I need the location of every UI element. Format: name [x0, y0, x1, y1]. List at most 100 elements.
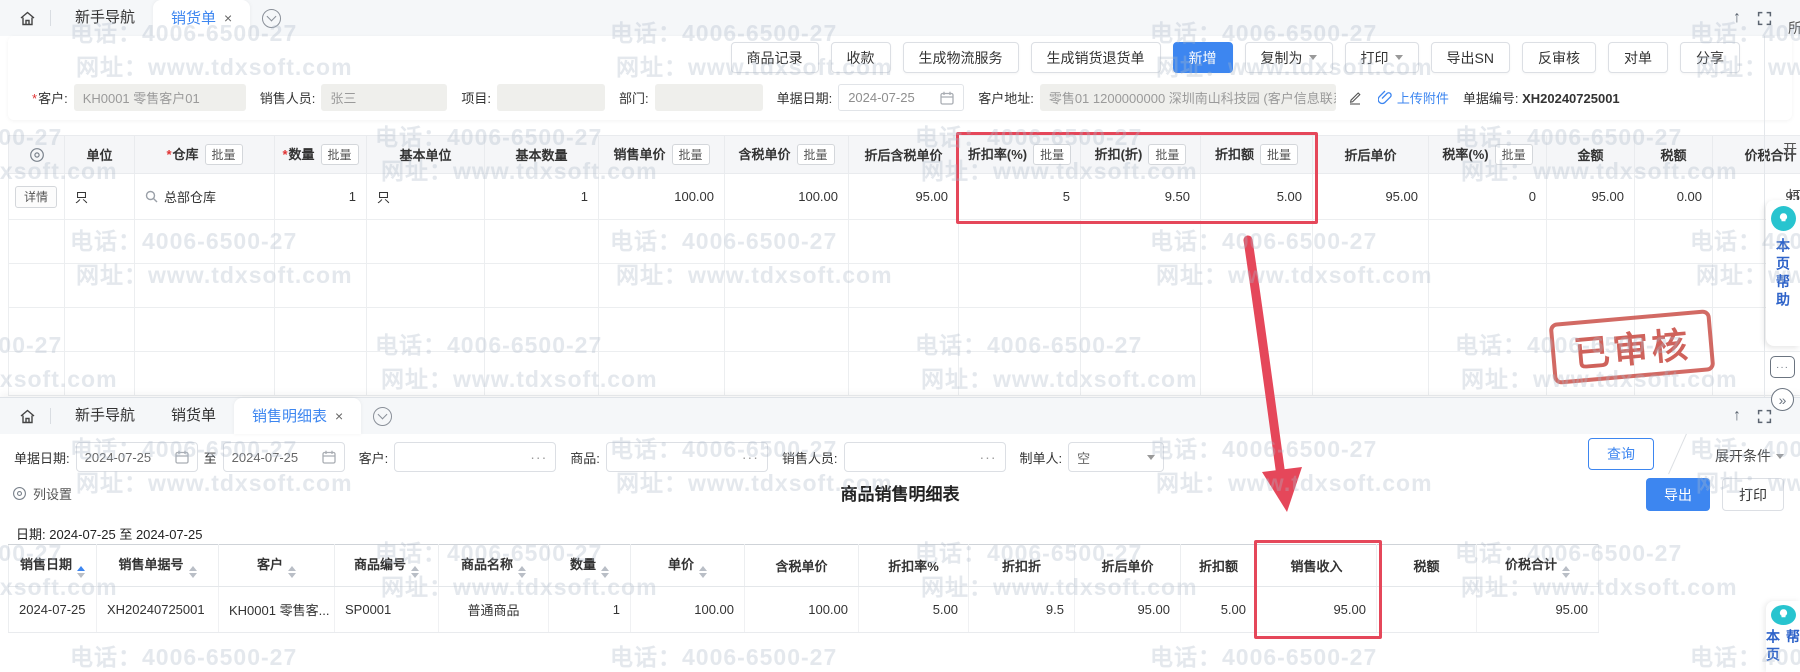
picker-icon[interactable]: ··· — [530, 449, 547, 465]
bill-date-field[interactable]: 2024-07-25 — [838, 84, 964, 111]
col-product-name[interactable]: 商品名称 — [439, 545, 549, 587]
cell-tax-rate[interactable]: 0 — [1429, 174, 1547, 220]
col-tax-price[interactable]: 含税单价 — [745, 545, 859, 587]
scroll-top-icon[interactable]: ↑ — [1733, 9, 1741, 27]
query-button[interactable]: 查询 — [1588, 438, 1654, 470]
cell-disc-tax-price[interactable]: 95.00 — [849, 174, 959, 220]
batch-set-button[interactable]: 批量 — [1260, 144, 1298, 165]
collapse-rail-icon[interactable]: » — [1771, 388, 1794, 411]
customer-filter-field[interactable]: ··· — [394, 442, 556, 472]
col-discount-amount[interactable]: 折扣额批量 — [1201, 136, 1313, 174]
scroll-top-icon[interactable]: ↑ — [1733, 407, 1741, 425]
tab-list-dropdown-icon[interactable] — [262, 9, 281, 28]
project-field[interactable] — [497, 84, 605, 111]
picker-icon[interactable]: ··· — [980, 449, 997, 465]
export-sn-button[interactable]: 导出SN — [1431, 42, 1510, 73]
col-total[interactable]: 价税合计 — [1477, 545, 1599, 587]
print-button[interactable]: 打印 — [1722, 478, 1784, 511]
search-icon[interactable] — [145, 190, 158, 203]
receive-payment-button[interactable]: 收款 — [831, 42, 891, 73]
customer-address-field[interactable]: 零售01 1200000000 深圳南山科技园 (客户信息联系地址) — [1040, 84, 1336, 111]
sort-icon[interactable] — [77, 566, 85, 578]
col-bill-no[interactable]: 销售单据号 — [97, 545, 219, 587]
col-tax-price[interactable]: 含税单价批量 — [725, 136, 849, 174]
date-from-field[interactable]: 2024-07-25 — [76, 442, 198, 472]
col-discount-rate[interactable]: 折扣率% — [859, 545, 969, 587]
picker-icon[interactable]: ··· — [742, 449, 759, 465]
product-filter-field[interactable]: ··· — [606, 442, 768, 472]
cell-unit[interactable]: 只 — [65, 174, 135, 220]
date-to-field[interactable]: 2024-07-25 — [223, 442, 345, 472]
unapprove-button[interactable]: 反审核 — [1522, 42, 1596, 73]
creator-select[interactable]: 空 — [1068, 442, 1164, 472]
col-discount-rate[interactable]: 折扣率(%)批量 — [959, 136, 1081, 174]
close-icon[interactable]: × — [335, 408, 343, 424]
page-help-tab[interactable]: 本页帮助 — [1766, 200, 1800, 346]
tab-sales-order[interactable]: 销货单 — [153, 398, 234, 434]
new-button[interactable]: 新增 — [1173, 42, 1233, 73]
batch-set-button[interactable]: 批量 — [672, 144, 710, 165]
tab-beginner-nav[interactable]: 新手导航 — [57, 398, 153, 434]
col-discount-fold[interactable]: 折扣折 — [969, 545, 1075, 587]
batch-set-button[interactable]: 批量 — [1495, 144, 1533, 165]
col-customer[interactable]: 客户 — [219, 545, 335, 587]
column-settings-icon[interactable] — [9, 136, 65, 174]
upload-attachment-link[interactable]: 上传附件 — [1378, 88, 1449, 107]
batch-set-button[interactable]: 批量 — [205, 144, 243, 165]
col-unit[interactable]: 单位 — [65, 136, 135, 174]
col-base-unit[interactable]: 基本单位 — [367, 136, 485, 174]
create-sales-return-button[interactable]: 生成销货退货单 — [1031, 42, 1161, 73]
feedback-chat-icon[interactable]: ··· — [1770, 356, 1795, 378]
product-record-button[interactable]: 商品记录 — [731, 42, 819, 73]
cell-warehouse[interactable]: 总部仓库 — [135, 174, 275, 220]
cell-tax-price[interactable]: 100.00 — [725, 174, 849, 220]
sort-icon[interactable] — [288, 566, 296, 578]
col-price[interactable]: 单价 — [631, 545, 745, 587]
col-sale-date[interactable]: 销售日期 — [9, 545, 97, 587]
sort-icon[interactable] — [189, 566, 197, 578]
batch-set-button[interactable]: 批量 — [321, 144, 359, 165]
col-product-code[interactable]: 商品编号 — [335, 545, 439, 587]
col-tax[interactable]: 税额 — [1635, 136, 1713, 174]
col-disc-price[interactable]: 折后单价 — [1075, 545, 1181, 587]
col-qty[interactable]: *数量批量 — [275, 136, 367, 174]
batch-set-button[interactable]: 批量 — [1033, 144, 1071, 165]
share-button[interactable]: 分享 — [1680, 42, 1740, 73]
cell-qty[interactable]: 1 — [275, 174, 367, 220]
col-price[interactable]: 销售单价批量 — [599, 136, 725, 174]
page-help-tab-bottom[interactable]: 本页帮 — [1766, 601, 1800, 672]
edit-icon[interactable] — [1348, 90, 1362, 105]
copy-as-button[interactable]: 复制为 — [1245, 42, 1333, 73]
report-data-row[interactable]: 2024-07-25 XH20240725001 KH0001 零售客... S… — [9, 587, 1599, 633]
home-icon[interactable] — [10, 398, 44, 434]
batch-set-button[interactable]: 批量 — [1148, 144, 1186, 165]
col-qty[interactable]: 数量 — [549, 545, 631, 587]
sort-icon[interactable] — [518, 566, 526, 578]
col-discount-amount[interactable]: 折扣额 — [1181, 545, 1257, 587]
batch-set-button[interactable]: 批量 — [797, 144, 835, 165]
col-disc-tax-price[interactable]: 折后含税单价 — [849, 136, 959, 174]
detail-button[interactable]: 详情 — [15, 186, 57, 208]
col-warehouse[interactable]: *仓库批量 — [135, 136, 275, 174]
fullscreen-icon[interactable] — [1757, 11, 1772, 26]
col-base-qty[interactable]: 基本数量 — [485, 136, 599, 174]
print-button[interactable]: 打印 — [1345, 42, 1419, 73]
col-amount[interactable]: 金额 — [1547, 136, 1635, 174]
close-icon[interactable]: × — [224, 10, 232, 26]
tab-list-dropdown-icon[interactable] — [373, 407, 392, 426]
create-logistics-button[interactable]: 生成物流服务 — [903, 42, 1019, 73]
col-tax-rate[interactable]: 税率(%)批量 — [1429, 136, 1547, 174]
sort-icon[interactable] — [411, 566, 419, 578]
fullscreen-icon[interactable] — [1757, 409, 1772, 424]
home-icon[interactable] — [10, 0, 44, 36]
cell-price[interactable]: 100.00 — [599, 174, 725, 220]
col-discount-fold[interactable]: 折扣(折)批量 — [1081, 136, 1201, 174]
col-sales-revenue[interactable]: 销售收入 — [1257, 545, 1377, 587]
department-field[interactable] — [655, 84, 763, 111]
tab-beginner-nav[interactable]: 新手导航 — [57, 0, 153, 36]
export-button[interactable]: 导出 — [1646, 478, 1710, 511]
tab-sales-order[interactable]: 销货单× — [153, 0, 250, 36]
cell-discount-amount[interactable]: 5.00 — [1201, 174, 1313, 220]
sort-icon[interactable] — [1562, 566, 1570, 578]
salesperson-filter-field[interactable]: ··· — [844, 442, 1006, 472]
